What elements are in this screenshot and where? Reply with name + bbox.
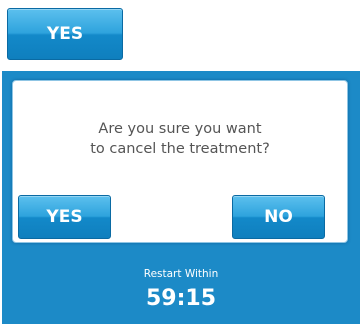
- yes-button[interactable]: YES: [18, 195, 111, 239]
- cancel-treatment-panel: Are you sure you want to cancel the trea…: [2, 71, 360, 324]
- no-button[interactable]: NO: [232, 195, 325, 239]
- yes-button-top[interactable]: YES: [7, 8, 123, 60]
- restart-within-label: Restart Within: [143, 268, 219, 280]
- countdown-timer: 59:15: [145, 286, 217, 311]
- confirm-message: Are you sure you want to cancel the trea…: [90, 121, 270, 157]
